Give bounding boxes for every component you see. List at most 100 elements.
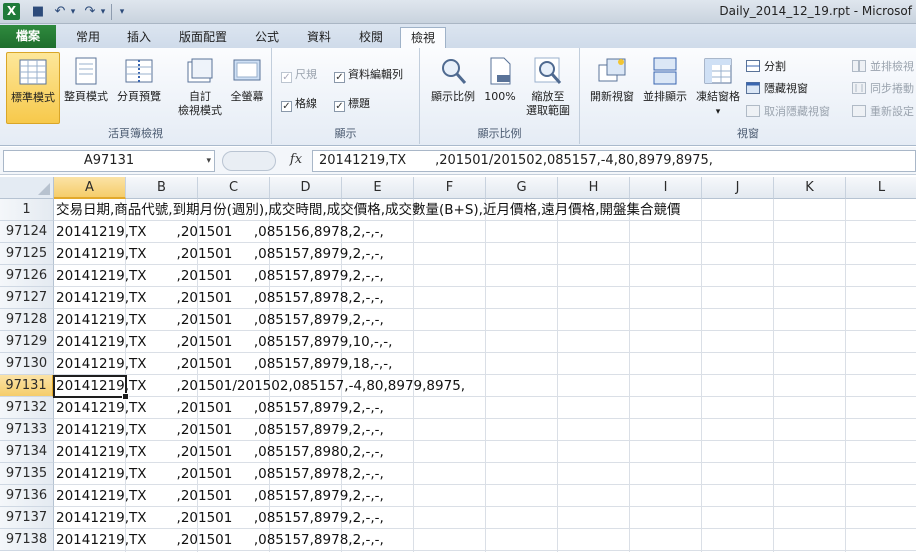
column-header-k[interactable]: K: [774, 177, 846, 199]
column-header-l[interactable]: L: [846, 177, 916, 199]
column-header-c[interactable]: C: [198, 177, 270, 199]
cell-a-text[interactable]: 20141219,TX ,201501 ,085157,8979,2,-,-,: [56, 309, 384, 331]
reset-position-label: 重新設定: [870, 105, 914, 118]
formula-input[interactable]: 20141219,TX ,201501/201502,085157,-4,80,…: [312, 150, 916, 172]
name-box-value: A97131: [83, 153, 135, 168]
tab-review[interactable]: 校閱: [348, 27, 394, 48]
custom-views-icon: [187, 58, 213, 83]
freeze-panes-dropdown-icon[interactable]: ▾: [716, 107, 721, 117]
name-box[interactable]: A97131 ▾: [3, 150, 215, 172]
ruler-checkbox[interactable]: ✓ 尺規: [281, 66, 317, 84]
zoom-button[interactable]: 顯示比例: [426, 52, 480, 124]
row-header[interactable]: 97129: [0, 331, 54, 353]
row-header[interactable]: 97138: [0, 529, 54, 551]
name-box-dropdown-icon[interactable]: ▾: [206, 151, 211, 171]
cell-a-text[interactable]: 20141219,TX ,201501 ,085156,8978,2,-,-,: [56, 221, 384, 243]
synchronous-scrolling-button[interactable]: 同步捲動: [852, 80, 914, 98]
cell-a-text[interactable]: 20141219,TX ,201501 ,085157,8980,2,-,-,: [56, 441, 384, 463]
custom-views-button[interactable]: 自訂 檢視模式: [174, 52, 226, 124]
column-header-h[interactable]: H: [558, 177, 630, 199]
customize-qat-icon[interactable]: ▾: [116, 3, 128, 21]
hide-window-button[interactable]: 隱藏視窗: [746, 80, 808, 98]
qat-separator: [111, 4, 112, 20]
gridlines-checkbox[interactable]: ✓ 格線: [281, 95, 317, 113]
formula-bar-buttons[interactable]: [222, 151, 276, 171]
row-header[interactable]: 97132: [0, 397, 54, 419]
headings-checkbox[interactable]: ✓ 標題: [334, 95, 370, 113]
active-cell-border[interactable]: [53, 375, 129, 400]
tab-formulas[interactable]: 公式: [244, 27, 290, 48]
column-header-b[interactable]: B: [126, 177, 198, 199]
row-header[interactable]: 97128: [0, 309, 54, 331]
cell-a-text[interactable]: 20141219,TX ,201501 ,085157,8979,2,-,-,: [56, 485, 384, 507]
formula-bar-checkbox[interactable]: ✓ 資料編輯列: [334, 66, 403, 84]
view-side-by-side-button[interactable]: 並排檢視: [852, 58, 914, 76]
select-all-corner[interactable]: [0, 177, 54, 199]
cell-a-text[interactable]: 20141219,TX ,201501 ,085157,8979,2,-,-,: [56, 507, 384, 529]
spreadsheet-grid: A B C D E F G H I J K L 1 交易日期,商品代號,到期月份…: [0, 177, 916, 552]
row-header[interactable]: 97137: [0, 507, 54, 529]
undo-icon[interactable]: ↶: [52, 3, 68, 21]
row-header[interactable]: 1: [0, 199, 54, 221]
split-button[interactable]: 分割: [746, 58, 786, 76]
column-header-e[interactable]: E: [342, 177, 414, 199]
cell-a-text[interactable]: 20141219,TX ,201501 ,085157,8978,2,-,-,: [56, 463, 384, 485]
normal-view-label: 標準模式: [11, 91, 55, 104]
excel-app-icon[interactable]: X: [3, 3, 20, 20]
column-header-i[interactable]: I: [630, 177, 702, 199]
column-header-f[interactable]: F: [414, 177, 486, 199]
zoom-100-button[interactable]: 100%: [480, 52, 520, 124]
undo-dropdown-icon[interactable]: ▾: [68, 3, 78, 21]
sync-scroll-label: 同步捲動: [870, 82, 914, 95]
redo-icon[interactable]: ↷: [82, 3, 98, 21]
cell-a-text[interactable]: 20141219,TX ,201501 ,085157,8978,2,-,-,: [56, 529, 384, 551]
magnifier-icon: [442, 59, 467, 84]
unhide-window-button[interactable]: 取消隱藏視窗: [746, 103, 830, 121]
tab-insert[interactable]: 插入: [116, 27, 162, 48]
reset-window-position-button[interactable]: 重新設定: [852, 103, 914, 121]
tab-data[interactable]: 資料: [296, 27, 342, 48]
row-header[interactable]: 97124: [0, 221, 54, 243]
redo-dropdown-icon[interactable]: ▾: [98, 3, 108, 21]
row-header[interactable]: 97133: [0, 419, 54, 441]
insert-function-icon[interactable]: fx: [284, 152, 308, 170]
full-screen-button[interactable]: 全螢幕: [222, 52, 272, 124]
row-header-selected[interactable]: 97131: [0, 375, 54, 397]
zoom-to-selection-button[interactable]: 縮放至 選取範圍: [520, 52, 576, 124]
page-break-preview-button[interactable]: 分頁預覽: [112, 52, 166, 124]
column-header-d[interactable]: D: [270, 177, 342, 199]
cell-a-text[interactable]: 20141219,TX ,201501 ,085157,8979,18,-,-,: [56, 353, 392, 375]
row-header[interactable]: 97125: [0, 243, 54, 265]
cell-a-text[interactable]: 20141219,TX ,201501 ,085157,8978,2,-,-,: [56, 287, 384, 309]
row-header[interactable]: 97134: [0, 441, 54, 463]
tab-home[interactable]: 常用: [64, 27, 112, 48]
column-header-g[interactable]: G: [486, 177, 558, 199]
cell-a-text[interactable]: 20141219,TX ,201501 ,085157,8979,2,-,-,: [56, 397, 384, 419]
column-header-a[interactable]: A: [54, 177, 126, 199]
row-header[interactable]: 97126: [0, 265, 54, 287]
page-layout-view-button[interactable]: 整頁模式: [60, 52, 112, 124]
freeze-panes-button[interactable]: 凍結窗格 ▾: [692, 52, 744, 124]
row-header[interactable]: 97127: [0, 287, 54, 309]
new-window-button[interactable]: 開新視窗: [584, 52, 640, 124]
cell-a-text[interactable]: 20141219,TX ,201501 ,085157,8979,2,-,-,: [56, 419, 384, 441]
tab-view[interactable]: 檢視: [400, 27, 446, 48]
cell-a-text[interactable]: 交易日期,商品代號,到期月份(週別),成交時間,成交價格,成交數量(B+S),近…: [56, 199, 681, 221]
tab-file[interactable]: 檔案: [0, 25, 56, 48]
tab-page-layout[interactable]: 版面配置: [168, 27, 238, 48]
save-icon[interactable]: ■: [30, 3, 46, 21]
normal-view-button[interactable]: 標準模式: [6, 52, 60, 124]
page-break-icon: [125, 59, 153, 83]
window-group-label: 視窗: [737, 127, 759, 140]
row-header[interactable]: 97130: [0, 353, 54, 375]
page-layout-icon: [75, 57, 97, 85]
row-header[interactable]: 97136: [0, 485, 54, 507]
cell-a-text[interactable]: 20141219,TX ,201501 ,085157,8979,10,-,-,: [56, 331, 392, 353]
cell-a-text[interactable]: 20141219,TX ,201501 ,085157,8979,2,-,-,: [56, 265, 384, 287]
custom-views-label-2: 檢視模式: [178, 104, 222, 117]
column-header-j[interactable]: J: [702, 177, 774, 199]
normal-view-icon: [19, 59, 47, 85]
cell-a-text[interactable]: 20141219,TX ,201501 ,085157,8979,2,-,-,: [56, 243, 384, 265]
row-header[interactable]: 97135: [0, 463, 54, 485]
arrange-all-button[interactable]: 並排顯示: [638, 52, 692, 124]
